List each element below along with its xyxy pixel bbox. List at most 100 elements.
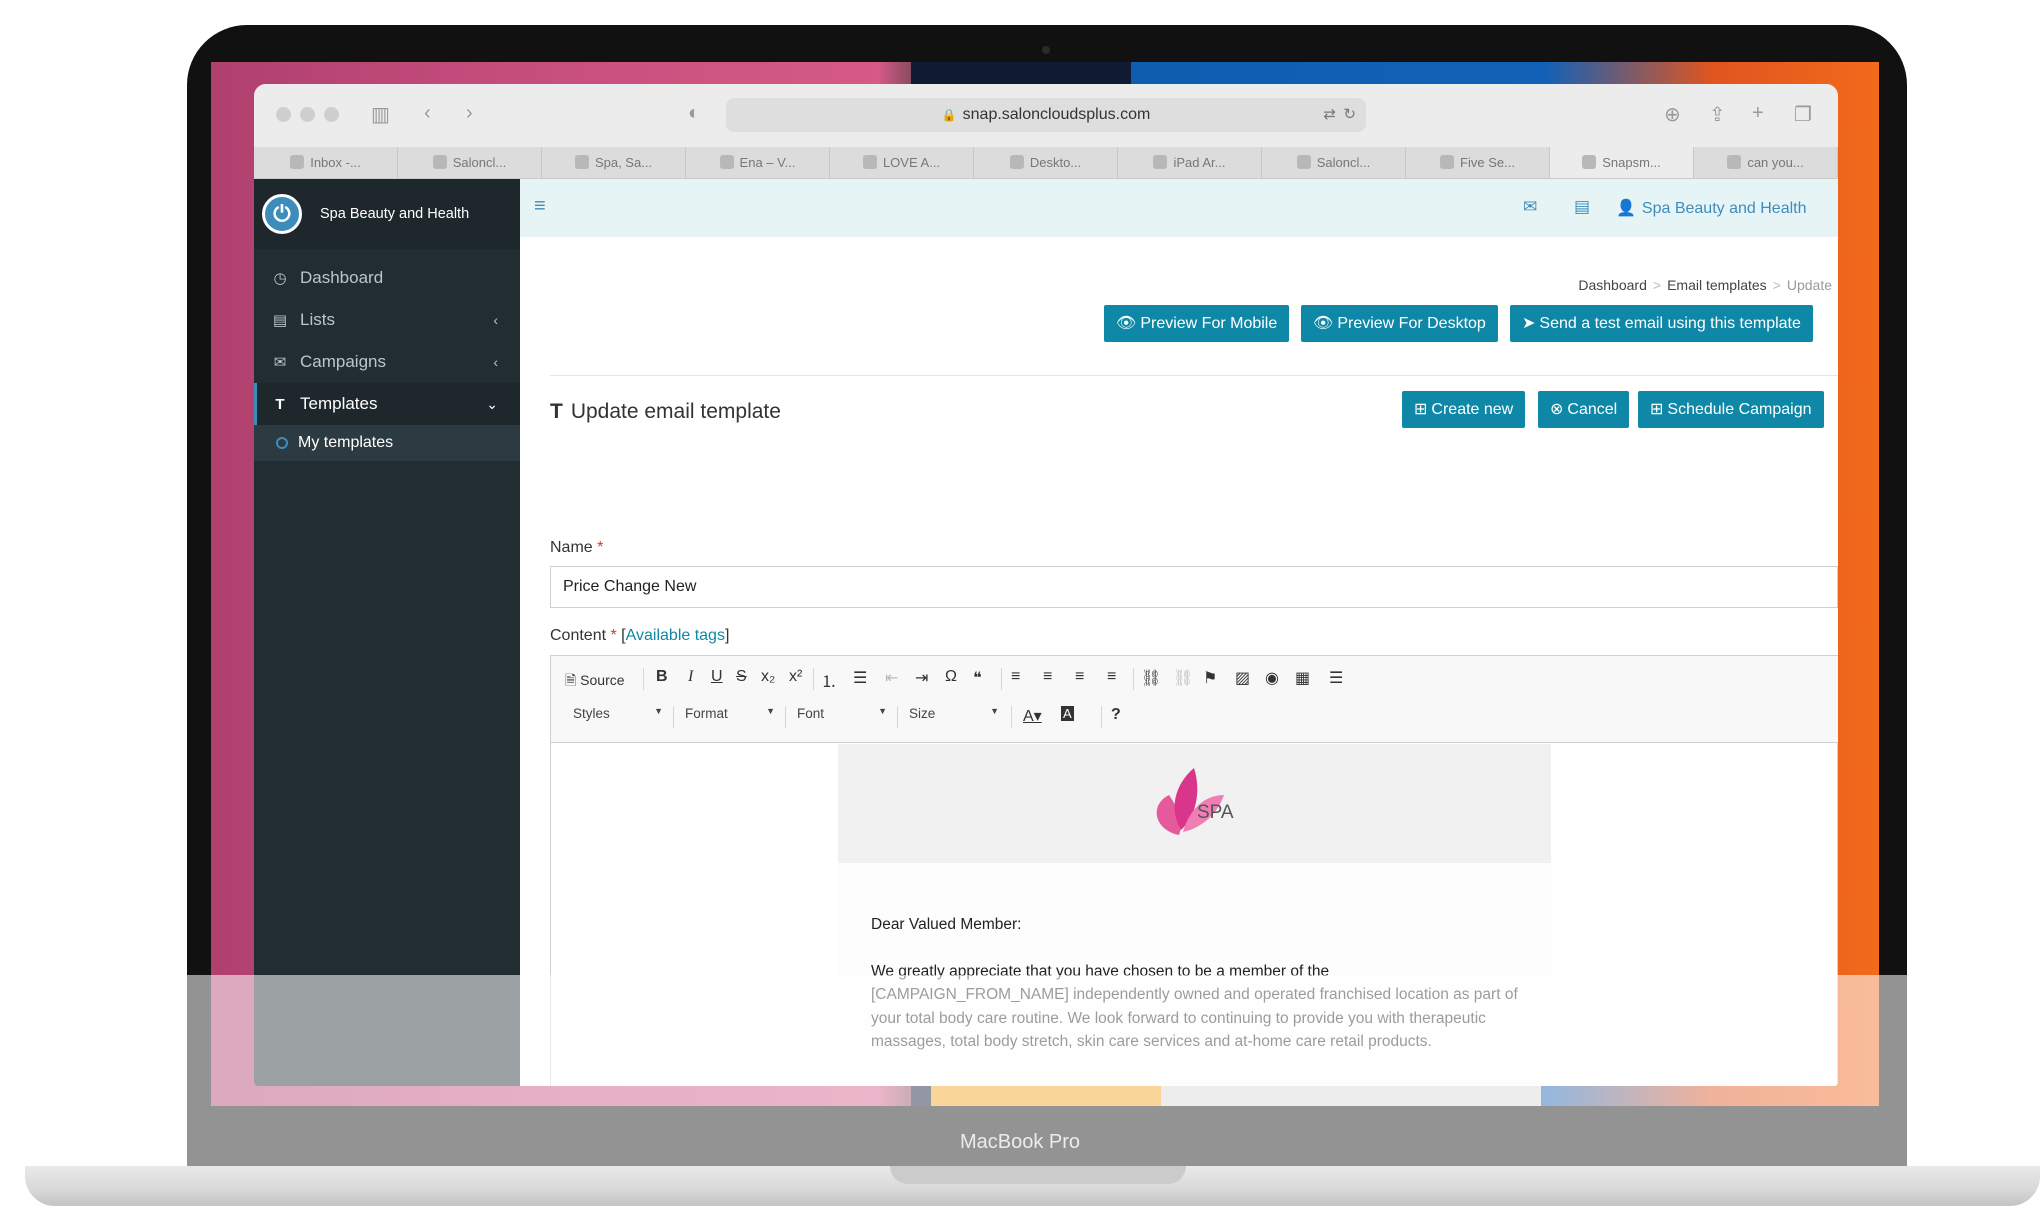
outdent-icon[interactable]: ⇤ [885, 668, 898, 688]
document-icon: 🗎 [565, 672, 577, 688]
lock-icon: 🔒 [941, 108, 957, 122]
email-body: Dear Valued Member: We greatly appreciat… [871, 913, 1521, 1077]
sidebar-item-templates[interactable]: T Templates ⌄ [254, 383, 520, 425]
indent-icon[interactable]: ⇥ [915, 668, 928, 688]
superscript-icon[interactable]: x² [789, 668, 802, 686]
editor-content-area[interactable]: SPA Dear Valued Member: We greatly appre… [551, 744, 1837, 1086]
sidebar-subitem-label: My templates [298, 434, 394, 451]
breadcrumb-email-templates[interactable]: Email templates [1667, 277, 1767, 293]
browser-tab[interactable]: LOVE A... [830, 147, 974, 178]
italic-icon[interactable]: I [688, 668, 693, 686]
format-dropdown[interactable]: Format ▼ [685, 706, 775, 721]
spa-logo: SPA [1149, 760, 1239, 840]
preview-mobile-button[interactable]: 👁 Preview For Mobile [1104, 305, 1290, 342]
minimize-window-button[interactable] [300, 107, 315, 122]
table-icon[interactable]: ▦ [1295, 668, 1310, 688]
tab-overview-icon[interactable]: ❐ [1794, 102, 1812, 127]
shield-icon[interactable]: ◐ [688, 102, 700, 125]
sidebar-toggle-icon[interactable]: ▥ [371, 102, 390, 127]
envelope-icon: ✉ [273, 354, 287, 371]
back-icon[interactable]: ‹ [424, 102, 431, 125]
hamburger-menu-icon[interactable]: ≡ [534, 195, 546, 218]
browser-tab-active[interactable]: Snapsm... [1550, 147, 1694, 178]
browser-tab[interactable]: Inbox -... [254, 147, 398, 178]
new-tab-icon[interactable]: + [1752, 102, 1764, 125]
justify-icon[interactable]: ≡ [1107, 668, 1116, 686]
tab-favicon-icon [574, 155, 589, 169]
omega-icon[interactable]: Ω [945, 668, 957, 686]
name-label: Name * [550, 539, 604, 556]
circle-icon [276, 437, 288, 449]
download-icon[interactable]: ⊕ [1664, 102, 1681, 127]
editor-toolbar: 🗎 Source B I U S x₂ x² ⒈ ☰ ⇤ ⇥ Ω ❝ ≡ ≡ ≡… [551, 656, 1838, 743]
browser-tab[interactable]: Deskto... [974, 147, 1118, 178]
close-window-button[interactable] [276, 107, 291, 122]
breadcrumb-dashboard[interactable]: Dashboard [1578, 277, 1647, 293]
styles-dropdown[interactable]: Styles ▼ [573, 706, 663, 721]
preview-desktop-button[interactable]: 👁 Preview For Desktop [1301, 305, 1498, 342]
underline-icon[interactable]: U [711, 668, 723, 686]
sidebar-subitem-my-templates[interactable]: My templates [254, 425, 520, 461]
bold-icon[interactable]: B [656, 668, 668, 686]
reload-icon[interactable]: ↻ [1343, 98, 1356, 132]
align-left-icon[interactable]: ≡ [1011, 668, 1020, 686]
help-icon[interactable]: ? [1111, 706, 1121, 724]
unlink-icon[interactable]: ⛓ [1173, 668, 1193, 688]
tab-favicon-icon [1009, 155, 1024, 169]
tab-favicon-icon [432, 155, 447, 169]
chevron-left-icon: ‹ [493, 312, 498, 328]
font-dropdown[interactable]: Font ▼ [797, 706, 887, 721]
app-sidebar: ⏻ Spa Beauty and Health ◷ Dashboard ▤ Li… [254, 179, 520, 1086]
cancel-circle-icon: ⊗ [1550, 401, 1564, 418]
browser-window: ▥ ‹ › ◐ 🔒 snap.saloncloudsplus.com ⇄ ↻ ⊕ … [254, 84, 1838, 1086]
browser-tab[interactable]: Five Se... [1406, 147, 1550, 178]
caret-down-icon: ▼ [878, 706, 887, 716]
browser-tab[interactable]: can you... [1694, 147, 1838, 178]
flag-icon[interactable]: ⚑ [1203, 668, 1217, 688]
available-tags-link[interactable]: Available tags [626, 627, 725, 644]
flash-icon[interactable]: ◉ [1265, 668, 1279, 688]
divider [550, 375, 1838, 376]
browser-tab[interactable]: Ena – V... [686, 147, 830, 178]
share-icon[interactable]: ⇪ [1709, 102, 1726, 127]
image-icon[interactable]: ▨ [1235, 668, 1250, 688]
zoom-window-button[interactable] [324, 107, 339, 122]
browser-tab[interactable]: iPad Ar... [1118, 147, 1262, 178]
text-color-icon[interactable]: A▾ [1023, 706, 1042, 726]
send-test-email-button[interactable]: ➤ Send a test email using this template [1510, 305, 1813, 342]
size-dropdown[interactable]: Size ▼ [909, 706, 999, 721]
link-icon[interactable]: ⛓ [1141, 668, 1161, 688]
horizontal-rule-icon[interactable]: ☰ [1329, 668, 1343, 688]
browser-tab[interactable]: Saloncl... [1262, 147, 1406, 178]
user-menu[interactable]: 👤 Spa Beauty and Health [1616, 198, 1806, 218]
translate-icon[interactable]: ⇄ [1323, 98, 1336, 132]
align-center-icon[interactable]: ≡ [1043, 668, 1052, 686]
forward-icon[interactable]: › [466, 102, 473, 125]
bullet-list-icon[interactable]: ☰ [853, 668, 867, 688]
brand-header[interactable]: ⏻ Spa Beauty and Health [254, 179, 520, 249]
address-bar[interactable]: 🔒 snap.saloncloudsplus.com ⇄ ↻ [726, 98, 1366, 132]
browser-tab[interactable]: Saloncl... [398, 147, 542, 178]
browser-tab[interactable]: Spa, Sa... [542, 147, 686, 178]
create-new-button[interactable]: ⊞ Create new [1402, 391, 1526, 428]
cancel-button[interactable]: ⊗ Cancel [1538, 391, 1630, 428]
subscript-icon[interactable]: x₂ [761, 668, 775, 686]
name-input[interactable]: Price Change New [550, 566, 1838, 608]
email-preview: SPA Dear Valued Member: We greatly appre… [838, 744, 1551, 1086]
schedule-campaign-button[interactable]: ⊞ Schedule Campaign [1638, 391, 1824, 428]
align-right-icon[interactable]: ≡ [1075, 668, 1084, 686]
sidebar-item-campaigns[interactable]: ✉ Campaigns ‹ [254, 341, 520, 383]
list-icon[interactable]: ▤ [1574, 197, 1590, 217]
strikethrough-icon[interactable]: S [736, 668, 747, 686]
sidebar-item-dashboard[interactable]: ◷ Dashboard [254, 257, 520, 299]
numbered-list-icon[interactable]: ⒈ [821, 668, 837, 692]
tab-favicon-icon [290, 155, 305, 169]
background-color-icon[interactable]: A [1061, 706, 1074, 721]
envelope-icon[interactable]: ✉ [1523, 197, 1537, 217]
chevron-left-icon: ‹ [493, 354, 498, 370]
blockquote-icon[interactable]: ❝ [973, 668, 982, 688]
source-button[interactable]: 🗎 Source [565, 670, 625, 694]
tab-favicon-icon [719, 155, 734, 169]
sidebar-item-lists[interactable]: ▤ Lists ‹ [254, 299, 520, 341]
breadcrumb: Dashboard > Email templates > Update [1578, 277, 1832, 293]
